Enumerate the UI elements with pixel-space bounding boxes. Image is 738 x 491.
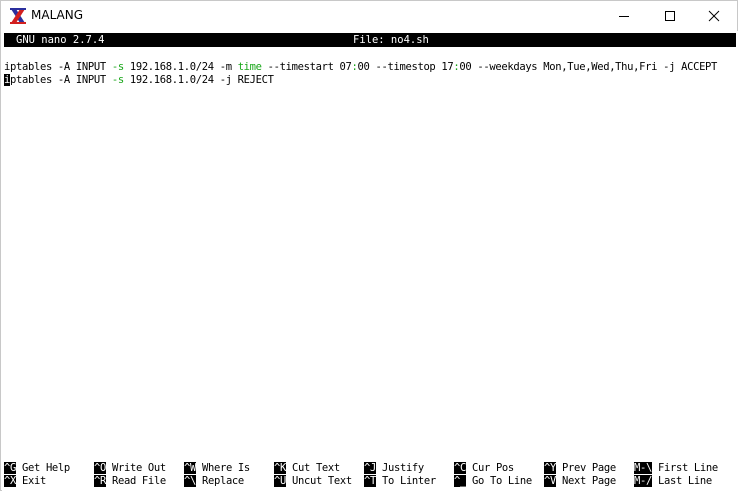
- editor-line-1[interactable]: iptables -A INPUT -s 192.168.1.0/24 -m t…: [4, 60, 717, 74]
- terminal-area[interactable]: GNU nano 2.7.4 File: no4.sh iptables -A …: [2, 31, 738, 491]
- code-text: iptables -A INPUT: [4, 61, 112, 73]
- code-text: 192.168.1.0/24 -m: [123, 61, 238, 73]
- shortcut-next-page[interactable]: ^V Next Page: [544, 475, 616, 488]
- shortcut-replace[interactable]: ^\ Replace: [184, 475, 244, 488]
- code-text: --timestart 07: [261, 61, 352, 73]
- code-flag: -s: [111, 61, 124, 73]
- nano-shortcut-bar: ^G Get Help ^X Exit ^O Write Out ^R Read…: [4, 462, 738, 490]
- shortcut-read-file[interactable]: ^R Read File: [94, 475, 166, 488]
- shortcut-cur-pos[interactable]: ^C Cur Pos: [454, 462, 514, 475]
- title-bar[interactable]: MALANG: [1, 1, 737, 31]
- nano-header-bar: GNU nano 2.7.4 File: no4.sh: [4, 33, 736, 47]
- code-text: 00 --timestop 17: [357, 61, 454, 73]
- shortcut-last-line[interactable]: M-/ Last Line: [634, 475, 712, 488]
- code-keyword: time: [237, 61, 262, 73]
- code-text: 00 --weekdays Mon,Tue,Wed,Thu,Fri -j ACC…: [459, 61, 718, 73]
- code-flag: -s: [111, 74, 124, 86]
- shortcut-get-help[interactable]: ^G Get Help: [4, 462, 70, 475]
- shortcut-go-to-line[interactable]: ^_ Go To Line: [454, 475, 532, 488]
- code-text: ptables -A INPUT: [10, 74, 112, 86]
- maximize-icon: [665, 11, 675, 21]
- shortcut-write-out[interactable]: ^O Write Out: [94, 462, 166, 475]
- close-icon: [708, 10, 720, 22]
- editor-line-2[interactable]: iptables -A INPUT -s 192.168.1.0/24 -j R…: [4, 73, 274, 87]
- close-button[interactable]: [691, 1, 737, 31]
- maximize-button[interactable]: [647, 1, 693, 31]
- nano-version: GNU nano 2.7.4: [16, 34, 105, 46]
- shortcut-cut-text[interactable]: ^K Cut Text: [274, 462, 340, 475]
- nano-file-name: File: no4.sh: [353, 34, 429, 46]
- minimize-button[interactable]: [601, 1, 647, 31]
- shortcut-to-linter[interactable]: ^T To Linter: [364, 475, 436, 488]
- shortcut-prev-page[interactable]: ^Y Prev Page: [544, 462, 616, 475]
- shortcut-uncut-text[interactable]: ^U Uncut Text: [274, 475, 352, 488]
- minimize-icon: [619, 16, 629, 17]
- code-text: 192.168.1.0/24 -j REJECT: [123, 74, 274, 86]
- shortcut-first-line[interactable]: M-\ First Line: [634, 462, 718, 475]
- shortcut-where-is[interactable]: ^W Where Is: [184, 462, 250, 475]
- shortcut-justify[interactable]: ^J Justify: [364, 462, 424, 475]
- x-app-icon: [10, 8, 26, 24]
- terminal-window: MALANG GNU nano 2.7.4 File: no4.sh iptab…: [0, 0, 738, 491]
- shortcut-exit[interactable]: ^X Exit: [4, 475, 46, 488]
- window-title: MALANG: [31, 8, 84, 22]
